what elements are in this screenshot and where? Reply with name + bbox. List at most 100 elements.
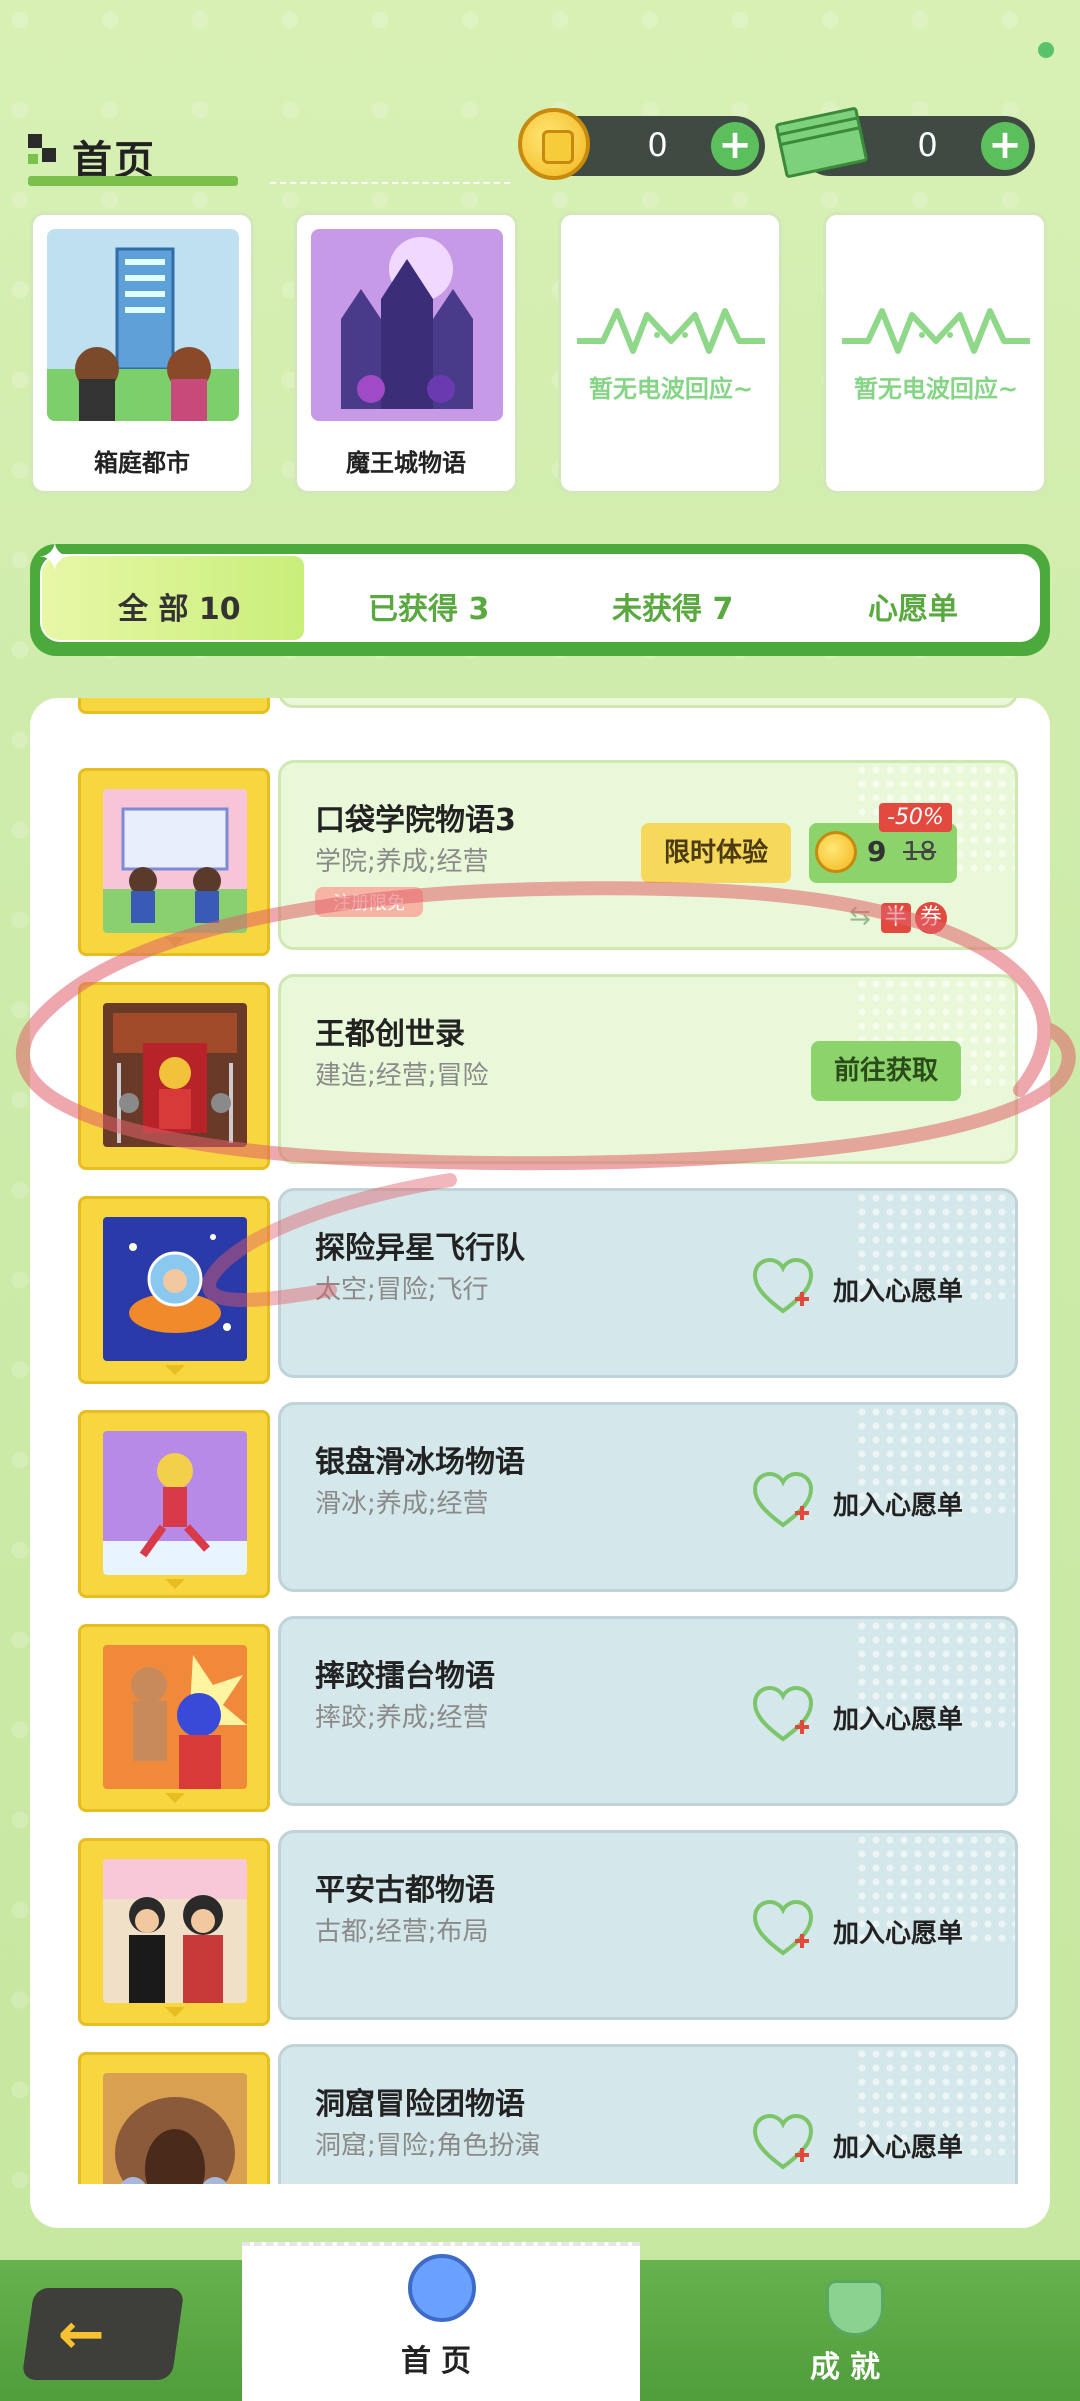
list-item[interactable]: 王都创世录 建造;经营;冒险 前往获取: [78, 974, 1018, 1170]
nav-home-label: 首页: [401, 2344, 481, 2379]
game-info-card: 探险异星飞行队 太空;冒险;飞行 加入心愿单: [278, 1188, 1018, 1378]
go-get-button[interactable]: 前往获取: [811, 1041, 961, 1101]
game-info-card: 洞窟冒险团物语 洞窟;冒险;角色扮演 加入心愿单: [278, 2044, 1018, 2184]
back-arrow-icon: ←: [57, 2302, 105, 2367]
coupon-badge: 券: [914, 902, 947, 934]
empty-text: 暂无电波回应~: [588, 375, 754, 403]
heart-plus-icon: [752, 1471, 814, 1528]
game-title: 平安古都物语: [315, 1873, 495, 1908]
list-item[interactable]: 平安古都物语 古都;经营;布局 加入心愿单: [78, 1830, 1018, 2026]
signal-wave-icon: [577, 308, 765, 354]
game-tags: 洞窟;冒险;角色扮演: [315, 2131, 541, 2161]
discount-badge: -50%: [879, 803, 952, 832]
cash-value: 0: [917, 126, 938, 164]
home-mark-icon: [28, 134, 62, 168]
heart-plus-icon: [752, 1257, 814, 1314]
game-info-card: 口袋学院物语3 学院;养成;经营 注册限免 限时体验 9 18 -50% ⇆ 半券: [278, 760, 1018, 950]
game-name: 魔王城物语: [346, 449, 466, 477]
wishlist-label: 加入心愿单: [833, 2133, 964, 2163]
game-name: 箱庭都市: [94, 449, 190, 477]
game-tags: 古都;经营;布局: [315, 1917, 489, 1947]
heart-plus-icon: [752, 2113, 814, 2170]
nav-achievements-label: 成就: [810, 2350, 890, 2385]
list-item: [78, 698, 1018, 714]
game-cover: [103, 1003, 247, 1147]
list-item[interactable]: 探险异星飞行队 太空;冒险;飞行 加入心愿单: [78, 1188, 1018, 1384]
filter-tabs: 全 部 10 已获得 3 未获得 7 心愿单: [30, 544, 1050, 656]
game-tags: 摔跤;养成;经营: [315, 1703, 489, 1733]
game-title: 王都创世录: [315, 1017, 465, 1052]
wishlist-label: 加入心愿单: [833, 1919, 964, 1949]
game-cover: [103, 1859, 247, 2003]
heart-plus-icon: [752, 1685, 814, 1742]
game-title: 洞窟冒险团物语: [315, 2087, 525, 2122]
coin-icon: [518, 108, 590, 180]
game-cover: [103, 1217, 247, 1361]
nav-home[interactable]: 首页: [242, 2242, 640, 2401]
list-item[interactable]: 口袋学院物语3 学院;养成;经营 注册限免 限时体验 9 18 -50% ⇆ 半券: [78, 760, 1018, 956]
tabs-inner: 全 部 10 已获得 3 未获得 7 心愿单: [40, 554, 1040, 642]
game-list[interactable]: 口袋学院物语3 学院;养成;经营 注册限免 限时体验 9 18 -50% ⇆ 半券: [30, 698, 1050, 2184]
price-old: 18: [903, 837, 937, 867]
empty-text: 暂无电波回应~: [853, 375, 1019, 403]
game-cartridge: [78, 1196, 270, 1384]
status-dot: [1038, 42, 1054, 58]
back-button[interactable]: ←: [21, 2288, 185, 2380]
game-info-card: 银盘滑冰场物语 滑冰;养成;经营 加入心愿单: [278, 1402, 1018, 1592]
coin-value: 0: [647, 126, 668, 164]
empty-signal: 暂无电波回应~: [573, 301, 769, 404]
list-item[interactable]: 摔跤擂台物语 摔跤;养成;经营 加入心愿单: [78, 1616, 1018, 1812]
game-cartridge: [78, 768, 270, 956]
tab-not-owned[interactable]: 未获得 7: [612, 584, 733, 628]
tab-all[interactable]: 全 部 10: [118, 584, 241, 628]
trophy-icon: [826, 2280, 884, 2336]
coin-icon: [815, 831, 857, 873]
add-coins-button[interactable]: +: [711, 122, 759, 170]
game-title: 探险异星飞行队: [315, 1231, 525, 1266]
list-item[interactable]: 洞窟冒险团物语 洞窟;冒险;角色扮演 加入心愿单: [78, 2044, 1018, 2184]
game-cartridge: [78, 1838, 270, 2026]
wishlist-label: 加入心愿单: [833, 1705, 964, 1735]
tab-owned[interactable]: 已获得 3: [368, 584, 489, 628]
tab-wishlist[interactable]: 心愿单: [868, 584, 958, 628]
game-info-card: 平安古都物语 古都;经营;布局 加入心愿单: [278, 1830, 1018, 2020]
game-title: 摔跤擂台物语: [315, 1659, 495, 1694]
empty-slot-card: 暂无电波回应~: [558, 212, 782, 494]
title-divider: [270, 182, 510, 184]
cartridge-notch: [165, 2007, 185, 2017]
game-info-card: [278, 698, 1018, 708]
trial-button[interactable]: 限时体验: [641, 823, 791, 883]
game-cover: [103, 789, 247, 933]
game-info-card: 王都创世录 建造;经营;冒险 前往获取: [278, 974, 1018, 1164]
nav-achievements[interactable]: 成就: [760, 2280, 940, 2390]
game-thumbnail: [311, 229, 503, 421]
wishlist-label: 加入心愿单: [833, 1491, 964, 1521]
title-underline: [28, 176, 238, 186]
game-tags: 建造;经营;冒险: [315, 1061, 489, 1091]
game-cover: [103, 1431, 247, 1575]
gamepad-icon: [408, 2254, 476, 2322]
empty-slot-card: 暂无电波回应~: [823, 212, 1047, 494]
price-now: 9: [867, 835, 887, 868]
game-title: 银盘滑冰场物语: [315, 1445, 525, 1480]
featured-game-card[interactable]: 箱庭都市: [30, 212, 254, 494]
cartridge-notch: [165, 1579, 185, 1589]
game-tags: 太空;冒险;飞行: [315, 1275, 489, 1305]
buy-button[interactable]: 9 18: [809, 823, 957, 883]
empty-signal: 暂无电波回应~: [838, 301, 1034, 404]
featured-game-card[interactable]: 魔王城物语: [294, 212, 518, 494]
add-cash-button[interactable]: +: [981, 122, 1029, 170]
bottom-nav: ← 首页 成就: [0, 2242, 1080, 2401]
list-item[interactable]: 银盘滑冰场物语 滑冰;养成;经营 加入心愿单: [78, 1402, 1018, 1598]
game-cartridge: [78, 1410, 270, 1598]
game-cover: [103, 2073, 247, 2184]
game-tags: 滑冰;养成;经营: [315, 1489, 489, 1519]
game-cartridge: [78, 982, 270, 1170]
game-title: 口袋学院物语3: [315, 803, 516, 838]
game-tags: 学院;养成;经营: [315, 847, 489, 877]
game-cartridge: [78, 1624, 270, 1812]
game-thumbnail: [47, 229, 239, 421]
half-coupon: ⇆ 半券: [849, 901, 947, 934]
game-cartridge: [78, 2052, 270, 2184]
swap-arrows-icon: ⇆: [849, 901, 871, 931]
